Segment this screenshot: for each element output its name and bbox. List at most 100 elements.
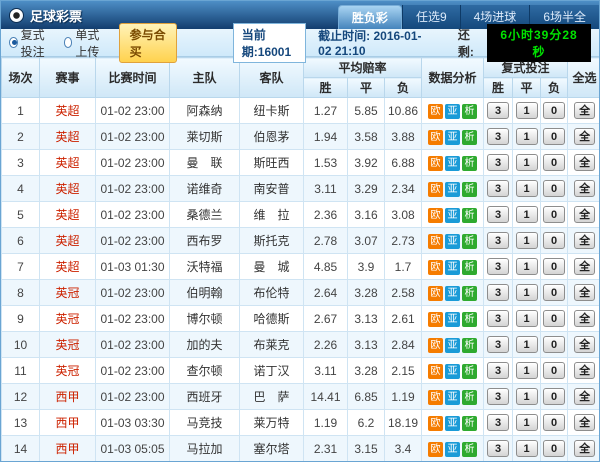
asia-handicap-icon[interactable]: 亚: [445, 182, 460, 197]
bet-lose-button[interactable]: 0: [543, 336, 565, 353]
euro-odds-icon[interactable]: 欧: [428, 364, 443, 379]
bet-draw-button[interactable]: 1: [516, 362, 538, 379]
euro-odds-icon[interactable]: 欧: [428, 182, 443, 197]
duplex-bet-radio[interactable]: 复式投注: [9, 26, 56, 60]
asia-handicap-icon[interactable]: 亚: [445, 364, 460, 379]
asia-handicap-icon[interactable]: 亚: [445, 390, 460, 405]
bet-win-button[interactable]: 3: [487, 336, 509, 353]
bet-draw-button[interactable]: 1: [516, 258, 538, 275]
bet-win-button[interactable]: 3: [487, 180, 509, 197]
analysis-icon[interactable]: 析: [462, 286, 477, 301]
euro-odds-icon[interactable]: 欧: [428, 104, 443, 119]
current-period-select[interactable]: 当前期:16001: [233, 23, 306, 63]
bet-lose-button[interactable]: 0: [543, 440, 565, 457]
tab-pick-9[interactable]: 任选9: [402, 5, 460, 29]
asia-handicap-icon[interactable]: 亚: [445, 260, 460, 275]
bet-draw-button[interactable]: 1: [516, 388, 538, 405]
bet-win-button[interactable]: 3: [487, 258, 509, 275]
euro-odds-icon[interactable]: 欧: [428, 130, 443, 145]
select-all-row-button[interactable]: 全: [574, 102, 595, 119]
bet-lose-button[interactable]: 0: [543, 310, 565, 327]
asia-handicap-icon[interactable]: 亚: [445, 104, 460, 119]
bet-lose-button[interactable]: 0: [543, 414, 565, 431]
single-upload-radio[interactable]: 单式上传: [64, 26, 111, 60]
bet-lose-button[interactable]: 0: [543, 232, 565, 249]
bet-win-button[interactable]: 3: [487, 128, 509, 145]
bet-win-button[interactable]: 3: [487, 154, 509, 171]
analysis-icon[interactable]: 析: [462, 390, 477, 405]
bet-win-button[interactable]: 3: [487, 388, 509, 405]
select-all-row-button[interactable]: 全: [574, 388, 595, 405]
tab-win-draw-lose[interactable]: 胜负彩: [338, 5, 402, 29]
bet-win-button[interactable]: 3: [487, 362, 509, 379]
asia-handicap-icon[interactable]: 亚: [445, 208, 460, 223]
asia-handicap-icon[interactable]: 亚: [445, 130, 460, 145]
bet-lose-button[interactable]: 0: [543, 180, 565, 197]
select-all-row-button[interactable]: 全: [574, 362, 595, 379]
select-all-row-button[interactable]: 全: [574, 336, 595, 353]
euro-odds-icon[interactable]: 欧: [428, 156, 443, 171]
euro-odds-icon[interactable]: 欧: [428, 442, 443, 457]
analysis-icon[interactable]: 析: [462, 156, 477, 171]
asia-handicap-icon[interactable]: 亚: [445, 442, 460, 457]
bet-draw-button[interactable]: 1: [516, 180, 538, 197]
analysis-icon[interactable]: 析: [462, 260, 477, 275]
bet-lose-button[interactable]: 0: [543, 154, 565, 171]
bet-win-button[interactable]: 3: [487, 206, 509, 223]
asia-handicap-icon[interactable]: 亚: [445, 234, 460, 249]
analysis-icon[interactable]: 析: [462, 182, 477, 197]
bet-lose-button[interactable]: 0: [543, 128, 565, 145]
select-all-row-button[interactable]: 全: [574, 440, 595, 457]
bet-draw-button[interactable]: 1: [516, 284, 538, 301]
select-all-row-button[interactable]: 全: [574, 310, 595, 327]
bet-lose-button[interactable]: 0: [543, 362, 565, 379]
analysis-icon[interactable]: 析: [462, 442, 477, 457]
euro-odds-icon[interactable]: 欧: [428, 260, 443, 275]
asia-handicap-icon[interactable]: 亚: [445, 338, 460, 353]
asia-handicap-icon[interactable]: 亚: [445, 156, 460, 171]
select-all-row-button[interactable]: 全: [574, 284, 595, 301]
bet-win-button[interactable]: 3: [487, 102, 509, 119]
select-all-row-button[interactable]: 全: [574, 154, 595, 171]
euro-odds-icon[interactable]: 欧: [428, 286, 443, 301]
bet-lose-button[interactable]: 0: [543, 102, 565, 119]
select-all-row-button[interactable]: 全: [574, 258, 595, 275]
asia-handicap-icon[interactable]: 亚: [445, 416, 460, 431]
bet-lose-button[interactable]: 0: [543, 206, 565, 223]
bet-draw-button[interactable]: 1: [516, 128, 538, 145]
bet-win-button[interactable]: 3: [487, 232, 509, 249]
euro-odds-icon[interactable]: 欧: [428, 312, 443, 327]
bet-draw-button[interactable]: 1: [516, 232, 538, 249]
analysis-icon[interactable]: 析: [462, 130, 477, 145]
bet-draw-button[interactable]: 1: [516, 206, 538, 223]
analysis-icon[interactable]: 析: [462, 364, 477, 379]
bet-win-button[interactable]: 3: [487, 414, 509, 431]
select-all-row-button[interactable]: 全: [574, 128, 595, 145]
select-all-row-button[interactable]: 全: [574, 180, 595, 197]
euro-odds-icon[interactable]: 欧: [428, 234, 443, 249]
bet-draw-button[interactable]: 1: [516, 154, 538, 171]
analysis-icon[interactable]: 析: [462, 338, 477, 353]
bet-draw-button[interactable]: 1: [516, 414, 538, 431]
bet-lose-button[interactable]: 0: [543, 258, 565, 275]
analysis-icon[interactable]: 析: [462, 416, 477, 431]
bet-win-button[interactable]: 3: [487, 284, 509, 301]
bet-draw-button[interactable]: 1: [516, 336, 538, 353]
analysis-icon[interactable]: 析: [462, 208, 477, 223]
select-all-row-button[interactable]: 全: [574, 414, 595, 431]
analysis-icon[interactable]: 析: [462, 312, 477, 327]
bet-lose-button[interactable]: 0: [543, 284, 565, 301]
bet-lose-button[interactable]: 0: [543, 388, 565, 405]
select-all-row-button[interactable]: 全: [574, 206, 595, 223]
euro-odds-icon[interactable]: 欧: [428, 416, 443, 431]
join-group-buy-button[interactable]: 参与合买: [119, 23, 177, 63]
bet-draw-button[interactable]: 1: [516, 102, 538, 119]
bet-draw-button[interactable]: 1: [516, 310, 538, 327]
asia-handicap-icon[interactable]: 亚: [445, 286, 460, 301]
analysis-icon[interactable]: 析: [462, 104, 477, 119]
asia-handicap-icon[interactable]: 亚: [445, 312, 460, 327]
euro-odds-icon[interactable]: 欧: [428, 208, 443, 223]
euro-odds-icon[interactable]: 欧: [428, 390, 443, 405]
select-all-row-button[interactable]: 全: [574, 232, 595, 249]
bet-draw-button[interactable]: 1: [516, 440, 538, 457]
